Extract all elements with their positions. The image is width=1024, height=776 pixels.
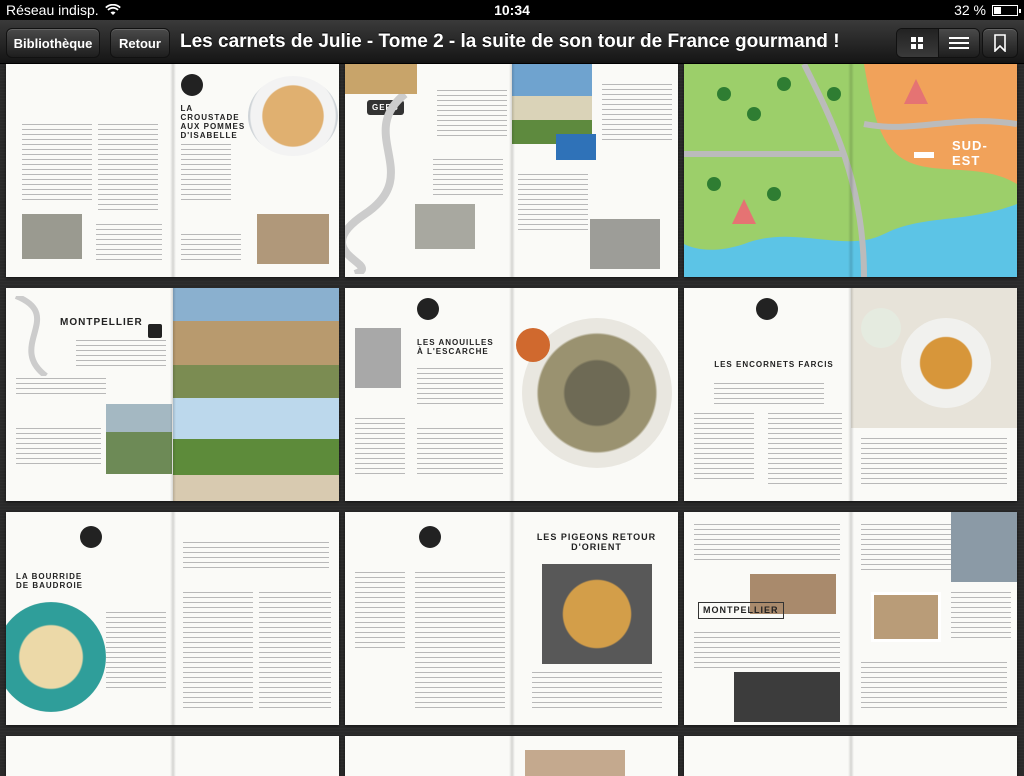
page-right <box>850 288 1017 501</box>
page-left: MONTPELLIER <box>684 512 851 725</box>
page-title: MONTPELLIER <box>698 602 784 619</box>
dish-photo <box>247 76 338 156</box>
page-thumbnail[interactable]: LA CROUSTADE AUX POMMES D'ISABELLE <box>6 64 339 277</box>
page-title: SUD-EST <box>952 138 988 168</box>
photo <box>172 288 339 398</box>
page-left: MONTPELLIER <box>6 288 173 501</box>
bookmarks-button[interactable] <box>982 28 1018 58</box>
page-right <box>512 288 679 501</box>
photo <box>589 219 660 269</box>
photo <box>345 64 417 94</box>
logo-icon <box>180 74 203 96</box>
page-thumbnail[interactable]: LES ENCORNETS FARCIS <box>684 288 1017 501</box>
photo <box>870 592 941 642</box>
photo <box>415 204 475 249</box>
grid-view-button[interactable] <box>897 29 939 57</box>
logo-icon <box>80 526 102 548</box>
photo <box>256 214 329 264</box>
page-left <box>345 512 512 725</box>
page-title: MONTPELLIER <box>60 317 143 328</box>
list-icon <box>948 37 969 49</box>
page-thumbnail[interactable]: SUD-EST <box>684 64 1017 277</box>
clock: 10:34 <box>494 2 530 18</box>
logo-icon <box>419 526 441 548</box>
road-illustration <box>14 296 48 376</box>
page-left: GERS <box>345 64 512 277</box>
grid-icon <box>911 37 924 49</box>
page-left: LES ENCORNETS FARCIS <box>684 288 851 501</box>
photo <box>555 134 596 160</box>
page-left: LES ANOUILLES À L'ESCARCHE <box>345 288 512 501</box>
page-title: LES ANOUILLES À L'ESCARCHE <box>417 338 494 356</box>
logo-icon <box>417 298 439 320</box>
dish-photo <box>515 328 550 362</box>
status-bar: Réseau indisp. 10:34 32 % <box>0 0 1024 20</box>
photo <box>22 214 82 259</box>
battery-icon <box>992 4 1021 16</box>
road-illustration <box>345 94 408 274</box>
list-view-button[interactable] <box>938 29 979 57</box>
photo <box>106 404 172 474</box>
dish-photo <box>6 602 106 712</box>
bookmark-icon <box>994 34 1006 52</box>
page-right <box>511 64 679 277</box>
battery-percent: 32 % <box>954 2 986 18</box>
book-title: Les carnets de Julie - Tome 2 - la suite… <box>180 31 840 52</box>
page-grid: LA CROUSTADE AUX POMMES D'ISABELLE GERS <box>0 64 1024 776</box>
page-thumbnail[interactable] <box>6 736 339 776</box>
photo <box>950 512 1017 582</box>
toolbar: Bibliothèque Retour Les carnets de Julie… <box>0 20 1024 64</box>
page-right: LES PIGEONS RETOUR D'ORIENT <box>512 512 679 725</box>
page-thumbnail[interactable]: MONTPELLIER <box>6 288 339 501</box>
photo <box>734 672 840 722</box>
page-thumbnail[interactable]: GERS <box>345 64 678 277</box>
page-thumbnail[interactable]: LES ANOUILLES À L'ESCARCHE <box>345 288 678 501</box>
page-right: LA CROUSTADE AUX POMMES D'ISABELLE <box>173 64 340 277</box>
logo-icon <box>756 298 778 320</box>
photo <box>525 750 625 776</box>
page-right <box>173 512 340 725</box>
dish-photo <box>900 318 991 408</box>
dish-photo <box>860 308 901 348</box>
view-mode-switcher <box>896 28 980 58</box>
page-title: LES ENCORNETS FARCIS <box>714 360 834 369</box>
page-left: LA BOURRIDE DE BAUDROIE <box>6 512 173 725</box>
photo <box>511 64 592 144</box>
logo-icon <box>148 324 162 338</box>
page-thumbnail[interactable] <box>345 736 678 776</box>
page-thumbnail[interactable]: LA BOURRIDE DE BAUDROIE <box>6 512 339 725</box>
page-thumbnail[interactable] <box>684 736 1017 776</box>
page-right <box>851 512 1017 725</box>
library-button[interactable]: Bibliothèque <box>6 28 100 58</box>
map-illustration <box>684 64 1017 277</box>
photo <box>172 398 339 501</box>
page-thumbnail[interactable]: LES PIGEONS RETOUR D'ORIENT <box>345 512 678 725</box>
back-button[interactable]: Retour <box>110 28 170 58</box>
page-right <box>172 288 339 501</box>
dish-photo <box>541 564 652 664</box>
page-thumbnail[interactable]: MONTPELLIER <box>684 512 1017 725</box>
portrait-photo <box>355 328 401 388</box>
page-title: LA CROUSTADE AUX POMMES D'ISABELLE <box>180 104 246 140</box>
page-left <box>6 64 173 277</box>
page-title: LES PIGEONS RETOUR D'ORIENT <box>536 532 657 552</box>
page-title: LA BOURRIDE DE BAUDROIE <box>16 572 84 590</box>
